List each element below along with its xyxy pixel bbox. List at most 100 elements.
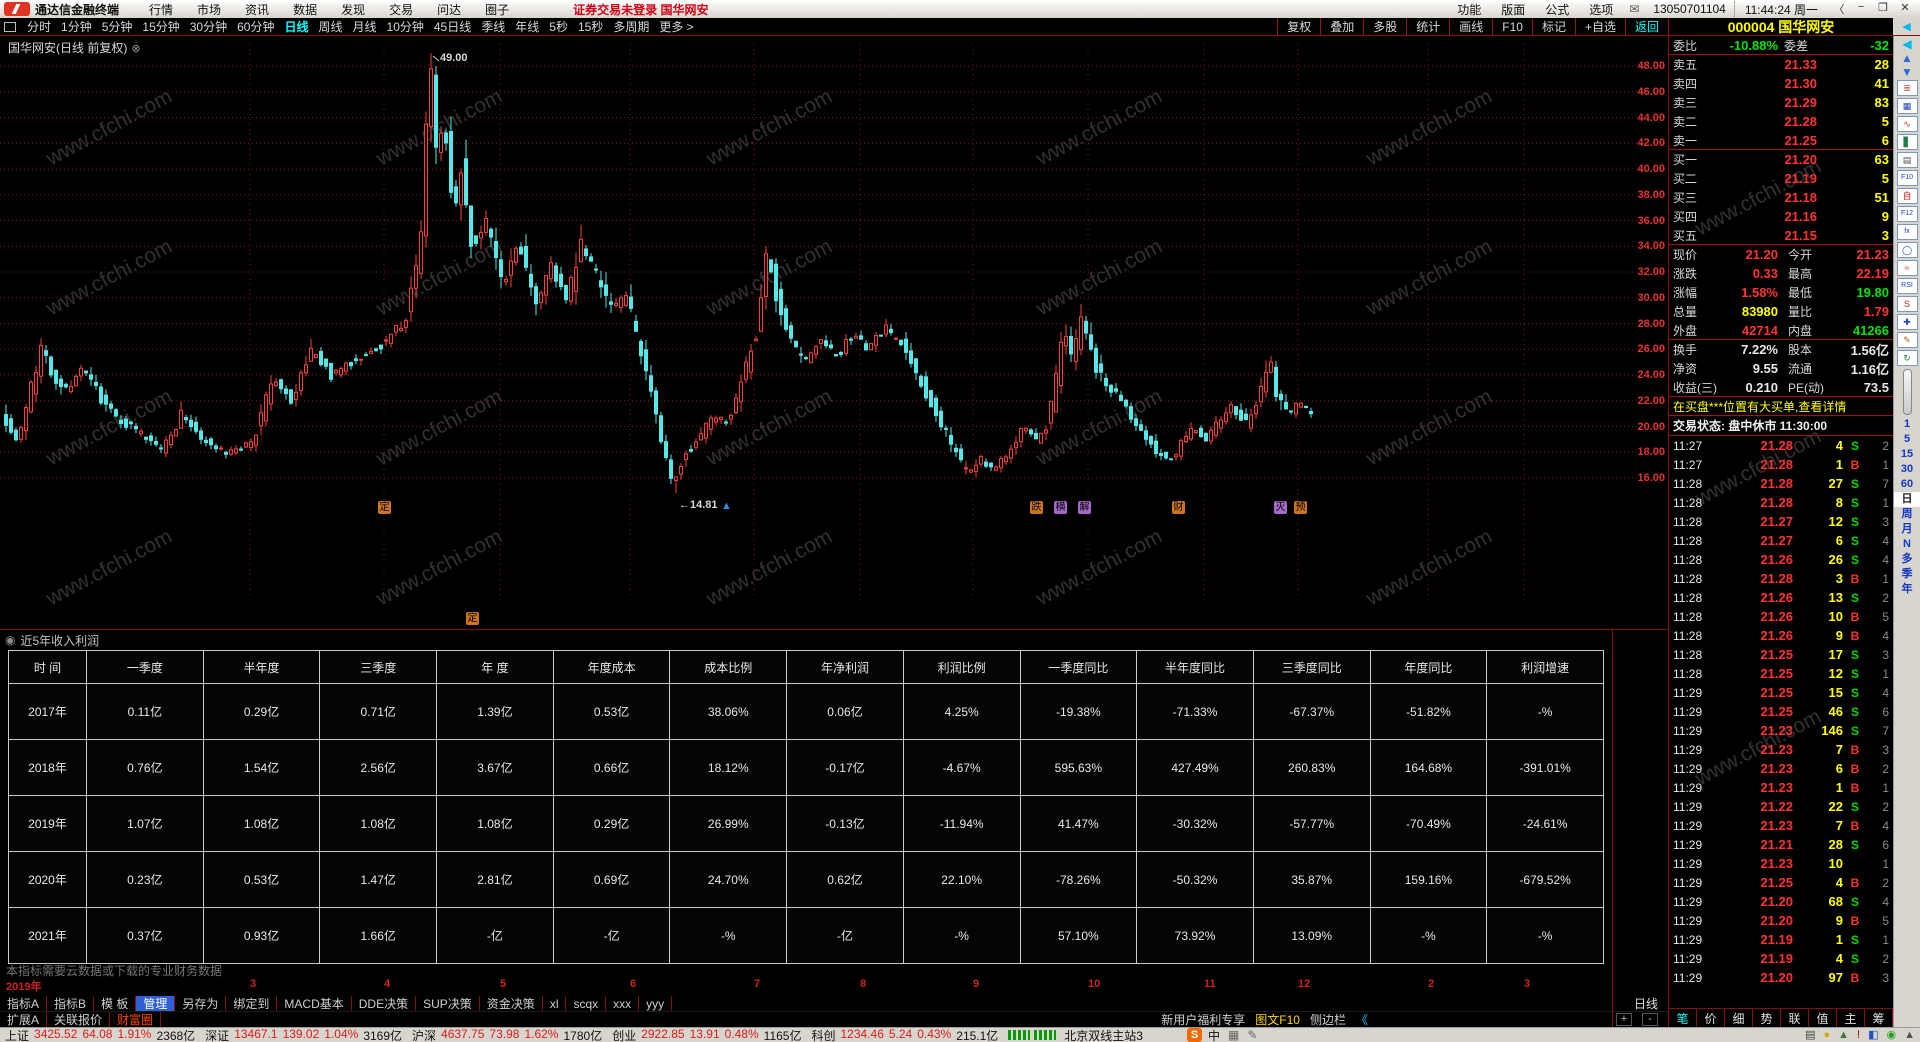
period-tab-季线[interactable]: 季线	[476, 18, 510, 35]
alert-icon[interactable]: !	[1857, 1029, 1860, 1042]
collapse-icon[interactable]: ◉	[5, 633, 15, 647]
bottom-tab-财富圈[interactable]: 财富圈	[110, 1012, 162, 1027]
action-叠加[interactable]: 叠加	[1320, 18, 1363, 35]
strip-period-日[interactable]: 日	[1894, 492, 1920, 507]
keyboard-icon[interactable]: ▦	[1228, 1028, 1239, 1042]
f10-icon[interactable]: F10	[1896, 170, 1918, 186]
menu-item-功能[interactable]: 功能	[1447, 1, 1491, 18]
pencil-icon[interactable]: ✎	[1896, 332, 1918, 348]
up-icon[interactable]: ▲	[1904, 1029, 1915, 1042]
f12-icon[interactable]: F12	[1896, 206, 1918, 222]
bottom-tab-模 板[interactable]: 模 板	[94, 996, 137, 1011]
bottom-tab-指标A[interactable]: 指标A	[0, 996, 48, 1011]
index-quote-科创[interactable]: 科创 1234.46 5.24 0.43% 215.1亿	[811, 1027, 998, 1042]
formula-icon[interactable]: fx	[1896, 224, 1918, 240]
promo-text[interactable]: 新用户福利专享	[1161, 1011, 1245, 1028]
promo-f10-link[interactable]: 图文F10	[1255, 1011, 1300, 1028]
tick-list[interactable]: 11:27 21.28 4 S 2 11:27 21.28 1 B 1 11:28 21.28 27 S 7…	[1669, 436, 1893, 1008]
minimize-button[interactable]: −	[1850, 1, 1872, 17]
action-+自选[interactable]: +自选	[1574, 18, 1625, 35]
back-button[interactable]: 〈	[1828, 1, 1850, 17]
bottom-tab-xl[interactable]: xl	[543, 996, 567, 1011]
bottom-tab-xxx[interactable]: xxx	[606, 996, 640, 1011]
menu-item-选项[interactable]: 选项	[1579, 1, 1623, 18]
action-F10[interactable]: F10	[1492, 18, 1532, 35]
kline-icon[interactable]: ▋	[1896, 134, 1918, 150]
layout-icon[interactable]	[4, 21, 16, 32]
action-复权[interactable]: 复权	[1277, 18, 1320, 35]
index-quote-上证[interactable]: 上证 3425.52 64.08 1.91% 2368亿	[5, 1027, 195, 1042]
period-tab-分时[interactable]: 分时	[22, 18, 56, 35]
bottom-tab-DDE决策[interactable]: DDE决策	[352, 996, 417, 1011]
period-tab-日线[interactable]: 日线	[279, 18, 313, 35]
panel-icon[interactable]: ◧	[1868, 1029, 1878, 1042]
coin-icon[interactable]: ●	[1823, 1029, 1830, 1042]
ask-row[interactable]: 卖四 21.30 41	[1669, 74, 1893, 93]
zoom-out-button[interactable]: -	[1642, 1013, 1658, 1026]
period-tab-月线[interactable]: 月线	[348, 18, 382, 35]
strip-period-N[interactable]: N	[1894, 537, 1920, 552]
period-tab-5分钟[interactable]: 5分钟	[97, 18, 138, 35]
cross-icon[interactable]: ✚	[1896, 314, 1918, 330]
period-tab-15分钟[interactable]: 15分钟	[137, 18, 184, 35]
trend-line-icon[interactable]: ∿	[1896, 116, 1918, 132]
period-tab-周线[interactable]: 周线	[313, 18, 347, 35]
bottom-tab-yyy[interactable]: yyy	[639, 996, 673, 1011]
menu-item-公式[interactable]: 公式	[1535, 1, 1579, 18]
bottom-tab-指标B[interactable]: 指标B	[47, 996, 95, 1011]
back-arrow-icon[interactable]: ◀	[1902, 37, 1911, 51]
strip-period-月[interactable]: 月	[1894, 522, 1920, 537]
server-name[interactable]: 北京双线主站3	[1064, 1027, 1143, 1042]
ask-row[interactable]: 卖一 21.25 6	[1669, 131, 1893, 150]
bid-row[interactable]: 买四 21.16 9	[1669, 207, 1893, 226]
login-notice[interactable]: 证券交易未登录 国华网安	[573, 1, 708, 18]
ask-row[interactable]: 卖二 21.28 5	[1669, 112, 1893, 131]
zoom-in-button[interactable]: +	[1616, 1013, 1632, 1026]
menu-item-资讯[interactable]: 资讯	[233, 1, 281, 18]
quote-tab-价[interactable]: 价	[1697, 1009, 1725, 1027]
index-quote-沪深[interactable]: 沪深 4637.75 73.98 1.62% 1780亿	[412, 1027, 602, 1042]
quote-tab-值[interactable]: 值	[1809, 1009, 1837, 1027]
bid-row[interactable]: 买一 21.20 63	[1669, 150, 1893, 169]
menu-item-版面[interactable]: 版面	[1491, 1, 1535, 18]
period-tab-年线[interactable]: 年线	[510, 18, 544, 35]
big-order-alert[interactable]: 在买盘***位置有大买单,查看详情	[1669, 397, 1893, 416]
close-icon[interactable]: ⊗	[131, 43, 140, 55]
period-tab-10分钟[interactable]: 10分钟	[382, 18, 429, 35]
menu-item-数据[interactable]: 数据	[281, 1, 329, 18]
menu-item-圈子[interactable]: 圈子	[473, 1, 521, 18]
candlestick-chart[interactable]: 国华网安(日线 前复权) ⊗ 48.00 46.00 44.00 42.00 40.00 3…	[0, 36, 1668, 630]
bottom-tab-关联报价[interactable]: 关联报价	[47, 1012, 111, 1027]
grid-quote-icon[interactable]: ▦	[1896, 98, 1918, 114]
index-quote-创业[interactable]: 创业 2922.85 13.91 0.48% 1165亿	[612, 1027, 801, 1042]
strip-period-季[interactable]: 季	[1894, 567, 1920, 582]
tool-icon[interactable]: ✎	[1247, 1028, 1257, 1042]
period-tab-多周期[interactable]: 多周期	[608, 18, 654, 35]
sidebar-link[interactable]: 侧边栏	[1310, 1011, 1346, 1028]
input-method-icon[interactable]: S	[1186, 1028, 1202, 1042]
action-统计[interactable]: 统计	[1406, 18, 1449, 35]
scrollbar-thumb[interactable]	[1902, 369, 1912, 415]
action-画线[interactable]: 画线	[1449, 18, 1492, 35]
page-icon[interactable]: ▤	[1805, 1029, 1815, 1042]
circle-icon[interactable]: ◯	[1896, 242, 1918, 258]
bottom-tab-MACD基本[interactable]: MACD基本	[277, 996, 352, 1011]
refresh-icon[interactable]: ↻	[1896, 350, 1918, 366]
strip-period-多[interactable]: 多	[1894, 552, 1920, 567]
report-icon[interactable]: ≣	[1896, 80, 1918, 96]
back-arrow-icon[interactable]: ◀	[1893, 18, 1920, 35]
ime-language-label[interactable]: 中	[1208, 1027, 1220, 1042]
period-tab-60分钟[interactable]: 60分钟	[232, 18, 279, 35]
quote-tab-筹[interactable]: 筹	[1865, 1009, 1893, 1027]
strip-period-30[interactable]: 30	[1894, 462, 1920, 477]
period-tab-15秒[interactable]: 15秒	[573, 18, 608, 35]
bid-row[interactable]: 买五 21.15 3	[1669, 226, 1893, 245]
wave-icon[interactable]: ≈	[1896, 260, 1918, 276]
strip-period-1[interactable]: 1	[1894, 417, 1920, 432]
signal-icon[interactable]: ◉	[1887, 1029, 1897, 1042]
period-tab-更多 >[interactable]: 更多 >	[654, 18, 698, 35]
maximize-button[interactable]: ❐	[1872, 1, 1894, 17]
bid-row[interactable]: 买三 21.18 51	[1669, 188, 1893, 207]
menu-item-交易[interactable]: 交易	[377, 1, 425, 18]
bottom-tab-SUP决策[interactable]: SUP决策	[416, 996, 480, 1011]
